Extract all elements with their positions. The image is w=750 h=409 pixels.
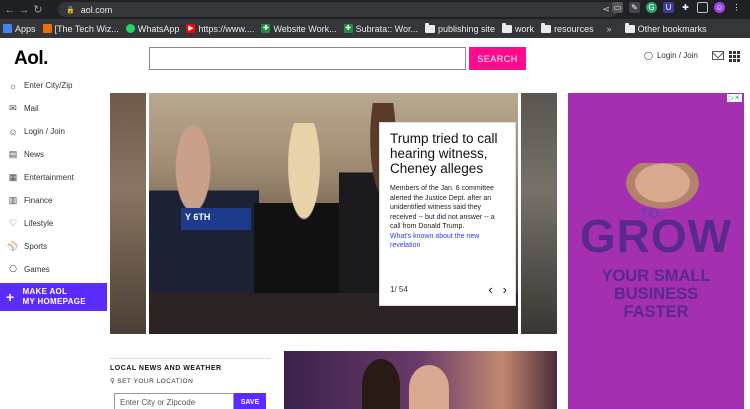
site-icon: [42, 24, 52, 33]
apps-grid-icon[interactable]: [729, 51, 740, 62]
url-text: aol.com: [80, 4, 113, 15]
bookmark-whatsapp[interactable]: WhatsApp: [125, 24, 179, 34]
forward-icon[interactable]: →: [17, 4, 31, 16]
sidebar-item-finance[interactable]: ▥ Finance: [0, 189, 107, 212]
sidebar-item-sports[interactable]: ⚾ Sports: [0, 235, 107, 258]
bookmark-subrata[interactable]: ✚ Subrata:: Wor...: [343, 24, 418, 34]
story-title[interactable]: Trump tried to call hearing witness, Che…: [390, 131, 505, 176]
mail-icon[interactable]: [712, 51, 724, 60]
bookmark-green-icon: ✚: [261, 24, 271, 33]
bookmarks-bar: Apps [The Tech Wiz... WhatsApp ▶ https:/…: [0, 19, 750, 38]
user-icon: ◯: [644, 51, 653, 60]
other-bookmarks[interactable]: Other bookmarks: [624, 22, 707, 34]
finance-icon: ▥: [8, 195, 18, 205]
slide-counter: 1/ 54: [390, 285, 408, 294]
plus-icon: +: [6, 289, 15, 305]
location-pin-icon: ⚲: [110, 378, 116, 385]
extension-icon[interactable]: ▭: [612, 2, 623, 13]
sidebar-item-login[interactable]: ☺ Login / Join: [0, 120, 107, 143]
folder-icon: [624, 22, 635, 33]
whatsapp-icon: [125, 24, 135, 33]
folder-icon: [425, 22, 435, 33]
extension-icon[interactable]: U: [663, 2, 674, 13]
sports-icon: ⚾: [7, 241, 19, 251]
sidebar-item-entertainment[interactable]: ▦ Entertainment: [0, 166, 107, 189]
sidebar-item-mail[interactable]: ✉ Mail: [0, 97, 107, 120]
bookmark-green-icon: ✚: [343, 24, 353, 33]
sidebar: ☼ Enter City/Zip ✉ Mail ☺ Login / Join ▤…: [0, 74, 107, 281]
bookmark-apps[interactable]: Apps: [3, 24, 36, 34]
address-bar[interactable]: 🔒 aol.com: [58, 2, 618, 17]
ad-tagline: YOUR SMALL BUSINESS FASTER: [601, 267, 711, 321]
sidebar-item-lifestyle[interactable]: ♡ Lifestyle: [0, 212, 107, 235]
bookmark-website-work[interactable]: ✚ Website Work...: [261, 24, 337, 34]
more-bookmarks-button[interactable]: »: [607, 24, 612, 34]
make-aol-homepage-button[interactable]: + MAKE AOL MY HOMEPAGE: [0, 283, 107, 311]
aol-logo[interactable]: Aol.: [14, 48, 48, 70]
bookmark-tech-wiz[interactable]: [The Tech Wiz...: [42, 24, 119, 34]
set-location[interactable]: ⚲ SET YOUR LOCATION: [110, 377, 193, 386]
bookmark-folder-work[interactable]: work: [502, 22, 534, 34]
sidebar-item-weather[interactable]: ☼ Enter City/Zip: [0, 74, 107, 97]
puzzle-icon[interactable]: ✚: [680, 2, 691, 13]
bookmark-folder-publishing[interactable]: publishing site: [425, 22, 495, 34]
share-icon[interactable]: ⋖: [602, 4, 610, 15]
news-icon: ▤: [8, 149, 18, 159]
menu-icon[interactable]: ⋮: [731, 2, 742, 13]
ad-person-image: [620, 163, 705, 213]
entertainment-icon: ▦: [8, 172, 18, 182]
folder-icon: [541, 22, 552, 33]
search-input[interactable]: [149, 47, 466, 70]
save-location-button[interactable]: SAVE: [234, 393, 266, 409]
heart-icon: ♡: [8, 218, 18, 228]
ad-grow-text: GROW: [579, 210, 733, 262]
ad-close-icon[interactable]: ▷✕: [726, 94, 742, 102]
extension-icon[interactable]: ✎: [629, 2, 640, 13]
sidebar-item-games[interactable]: ⎔ Games: [0, 258, 107, 281]
weather-icon: ☼: [8, 80, 18, 91]
chevron-left-icon[interactable]: ‹: [488, 282, 492, 297]
carousel-next-slide[interactable]: [521, 93, 557, 334]
carousel-prev-slide[interactable]: [110, 93, 146, 334]
bookmark-folder-resources[interactable]: resources: [541, 22, 594, 34]
carousel-arrows: ‹ ›: [488, 282, 507, 297]
local-news-title: LOCAL NEWS AND WEATHER: [110, 358, 271, 372]
advertisement[interactable]: ▷✕ TO GROW YOUR SMALL BUSINESS FASTER: [568, 93, 744, 409]
sidebar-item-news[interactable]: ▤ News: [0, 143, 107, 166]
story-footer: 1/ 54 ‹ ›: [390, 282, 507, 297]
story-body: Members of the Jan. 6 committee alerted …: [390, 185, 495, 230]
folder-icon: [502, 22, 513, 33]
search-button[interactable]: SEARCH: [469, 47, 526, 70]
avatar[interactable]: ☺: [714, 2, 725, 13]
apps-grid-icon: [3, 24, 12, 33]
city-zip-input[interactable]: Enter City or Zipcode: [114, 393, 234, 409]
bookmark-youtube[interactable]: ▶ https://www....: [186, 24, 254, 34]
secondary-story-image[interactable]: [284, 351, 557, 409]
chevron-right-icon[interactable]: ›: [503, 282, 507, 297]
mail-icon: ✉: [9, 103, 17, 113]
user-icon: ☺: [8, 126, 18, 137]
games-icon: ⎔: [9, 264, 17, 274]
hero-sign: Y 6TH: [181, 208, 251, 230]
reload-icon[interactable]: ↻: [31, 3, 45, 16]
extensions: ▭ ✎ G U ✚ ☺ ⋮: [612, 2, 750, 13]
aol-homepage: Aol. SEARCH ◯ Login / Join ☼ Enter City/…: [0, 38, 750, 409]
browser-toolbar: ← → ↻ 🔒 aol.com ⋖ ☆ ▭ ✎ G U ✚ ☺ ⋮: [0, 0, 750, 19]
back-icon[interactable]: ←: [3, 4, 17, 16]
story-card[interactable]: Trump tried to call hearing witness, Che…: [379, 122, 516, 306]
make-aol-label: MAKE AOL MY HOMEPAGE: [22, 287, 86, 306]
header-login[interactable]: ◯ Login / Join: [644, 51, 698, 60]
lock-icon: 🔒: [66, 6, 75, 14]
sidepanel-icon[interactable]: [697, 2, 708, 13]
extension-icon[interactable]: G: [646, 2, 657, 13]
story-link[interactable]: What's known about the new revelation: [390, 232, 505, 250]
youtube-icon: ▶: [186, 24, 196, 33]
